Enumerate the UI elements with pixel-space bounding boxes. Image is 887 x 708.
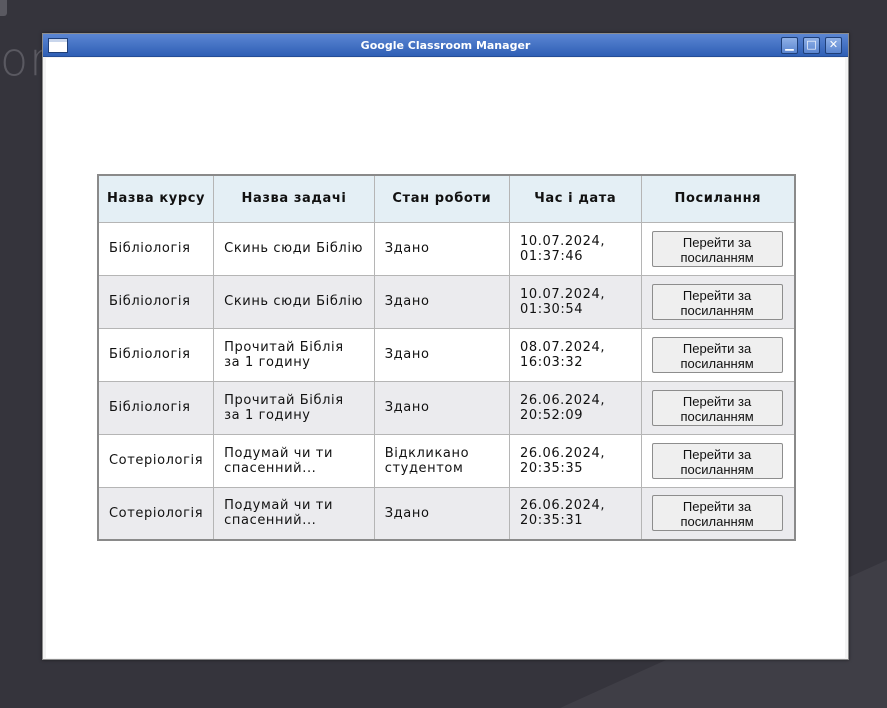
cell-task: Прочитай Біблія за 1 годину: [213, 327, 375, 382]
desktop-panel-tab[interactable]: [0, 0, 7, 16]
app-window: Google Classroom Manager ▁ □ ✕ Назва кур…: [42, 33, 849, 660]
assignments-table: Назва курсу Назва задачі Стан роботи Час…: [97, 174, 796, 541]
close-button[interactable]: ✕: [825, 37, 842, 54]
cell-link: Перейти за посиланням: [640, 327, 796, 382]
cell-status: Відкликано студентом: [373, 433, 510, 488]
cell-course: Бібліологія: [97, 327, 215, 382]
window-content: Назва курсу Назва задачі Стан роботи Час…: [46, 58, 845, 658]
header-course: Назва курсу: [97, 174, 215, 223]
cell-course: Бібліологія: [97, 380, 215, 435]
cell-status: Здано: [373, 380, 510, 435]
cell-datetime: 08.07.2024, 16:03:32: [508, 327, 642, 382]
cell-status: Здано: [373, 486, 510, 541]
open-link-button[interactable]: Перейти за посиланням: [651, 495, 783, 532]
cell-link: Перейти за посиланням: [640, 274, 796, 329]
table-row: Бібліологія Прочитай Біблія за 1 годину …: [97, 380, 796, 435]
table-row: Сотеріологія Подумай чи ти спасенний... …: [97, 486, 796, 541]
cell-status: Здано: [373, 274, 510, 329]
cell-course: Сотеріологія: [97, 486, 215, 541]
cell-datetime: 10.07.2024, 01:30:54: [508, 274, 642, 329]
cell-datetime: 26.06.2024, 20:35:35: [508, 433, 642, 488]
header-task: Назва задачі: [213, 174, 375, 223]
window-titlebar[interactable]: Google Classroom Manager ▁ □ ✕: [43, 34, 848, 57]
cell-course: Сотеріологія: [97, 433, 215, 488]
header-status: Стан роботи: [373, 174, 510, 223]
table-row: Сотеріологія Подумай чи ти спасенний... …: [97, 433, 796, 488]
table-row: Бібліологія Скинь сюди Біблію Здано 10.0…: [97, 274, 796, 329]
cell-status: Здано: [373, 327, 510, 382]
cell-link: Перейти за посиланням: [640, 433, 796, 488]
cell-task: Подумай чи ти спасенний...: [213, 433, 375, 488]
cell-link: Перейти за посиланням: [640, 486, 796, 541]
open-link-button[interactable]: Перейти за посиланням: [651, 230, 783, 267]
header-datetime: Час і дата: [508, 174, 642, 223]
open-link-button[interactable]: Перейти за посиланням: [651, 336, 783, 373]
cell-datetime: 26.06.2024, 20:35:31: [508, 486, 642, 541]
open-link-button[interactable]: Перейти за посиланням: [651, 283, 783, 320]
cell-datetime: 10.07.2024, 01:37:46: [508, 221, 642, 276]
cell-task: Прочитай Біблія за 1 годину: [213, 380, 375, 435]
table-row: Бібліологія Скинь сюди Біблію Здано 10.0…: [97, 221, 796, 276]
cell-task: Скинь сюди Біблію: [213, 274, 375, 329]
cell-course: Бібліологія: [97, 274, 215, 329]
open-link-button[interactable]: Перейти за посиланням: [651, 389, 783, 426]
cell-task: Скинь сюди Біблію: [213, 221, 375, 276]
header-link: Посилання: [640, 174, 796, 223]
cell-link: Перейти за посиланням: [640, 221, 796, 276]
cell-task: Подумай чи ти спасенний...: [213, 486, 375, 541]
open-link-button[interactable]: Перейти за посиланням: [651, 442, 783, 479]
table-row: Бібліологія Прочитай Біблія за 1 годину …: [97, 327, 796, 382]
cell-course: Бібліологія: [97, 221, 215, 276]
minimize-button[interactable]: ▁: [781, 37, 798, 54]
table-header-row: Назва курсу Назва задачі Стан роботи Час…: [97, 174, 796, 223]
maximize-button[interactable]: □: [803, 37, 820, 54]
window-title: Google Classroom Manager: [360, 39, 531, 52]
cell-link: Перейти за посиланням: [640, 380, 796, 435]
cell-status: Здано: [373, 221, 510, 276]
cell-datetime: 26.06.2024, 20:52:09: [508, 380, 642, 435]
